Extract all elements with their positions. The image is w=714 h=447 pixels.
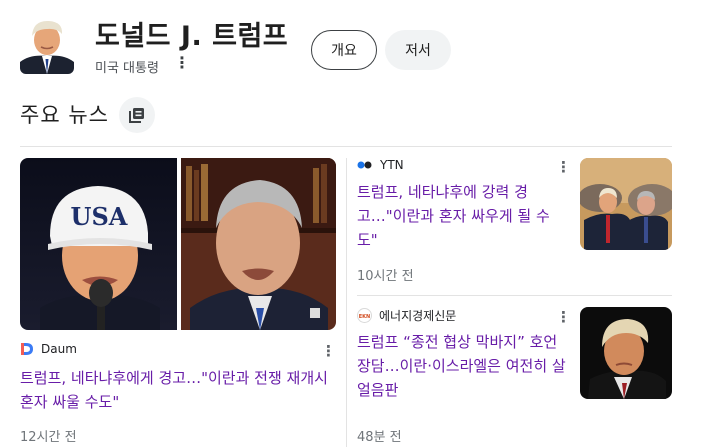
news-headline[interactable]: 트럼프, 네타냐후에 강력 경고…"이란과 혼자 싸우게 될 수도" <box>357 180 567 252</box>
source-row: EKN 에너지경제신문 <box>357 307 456 324</box>
news-headline[interactable]: 트럼프, 네타냐후에게 경고…"이란과 전쟁 재개시 혼자 싸울 수도" <box>20 366 338 414</box>
article-menu-icon[interactable]: ⋮ <box>556 309 571 325</box>
cap-text: USA <box>71 202 128 231</box>
source-name: 에너지경제신문 <box>379 309 457 323</box>
tab-books[interactable]: 저서 <box>385 30 451 70</box>
more-options-icon[interactable]: ⋮ <box>174 55 190 71</box>
svg-text:EKN: EKN <box>359 314 370 320</box>
news-thumbnail[interactable] <box>580 158 672 250</box>
profile-photo[interactable] <box>20 16 74 74</box>
featured-news-image[interactable]: USA <box>20 158 336 330</box>
article-menu-icon[interactable]: ⋮ <box>556 159 571 175</box>
source-row: Daum <box>20 342 77 356</box>
entity-header: 도널드 J. 트럼프 미국 대통령 ⋮ 개요 저서 <box>0 0 714 90</box>
source-name: Daum <box>41 342 77 356</box>
news-time: 48분 전 <box>357 430 402 445</box>
article-divider <box>357 295 672 296</box>
entity-subtitle: 미국 대통령 <box>95 61 159 76</box>
source-name: YTN <box>380 158 404 172</box>
source-row: YTN <box>357 158 404 172</box>
ytn-logo-icon <box>357 161 372 169</box>
section-divider <box>20 146 672 147</box>
news-thumbnail[interactable] <box>580 307 672 399</box>
entity-title: 도널드 J. 트럼프 <box>95 21 289 52</box>
tab-overview[interactable]: 개요 <box>311 30 377 70</box>
news-time: 12시간 전 <box>20 430 77 445</box>
ekn-logo-icon: EKN <box>357 308 372 323</box>
column-divider <box>346 158 347 447</box>
article-menu-icon[interactable]: ⋮ <box>321 343 336 359</box>
news-time: 10시간 전 <box>357 269 414 284</box>
daum-logo-icon <box>21 343 33 355</box>
stacked-pages-icon <box>129 108 144 123</box>
more-news-button[interactable] <box>119 97 155 133</box>
section-title: 주요 뉴스 <box>20 103 109 127</box>
news-headline[interactable]: 트럼프 “종전 협상 막바지” 호언장담…이란·이스라엘은 여전히 살얼음판 <box>357 330 569 402</box>
